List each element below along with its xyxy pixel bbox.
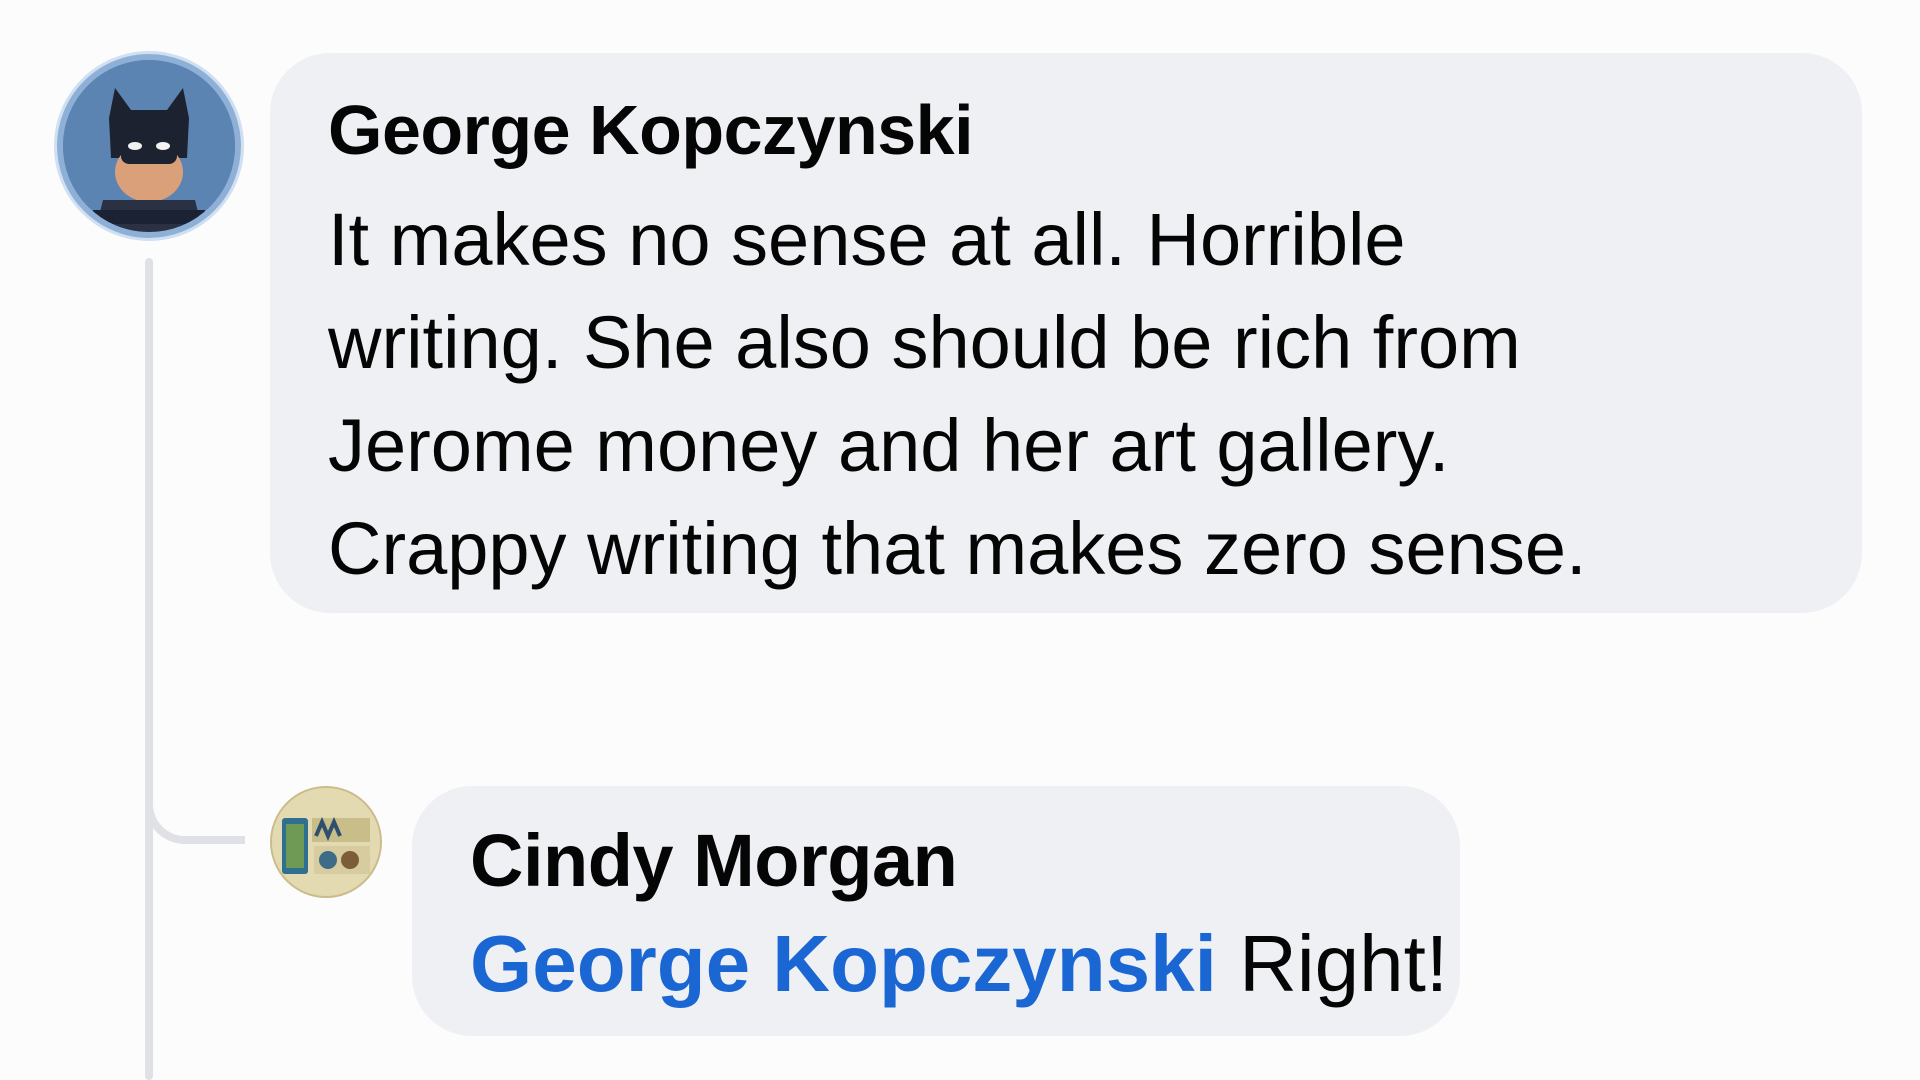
merry-christmas-avatar-icon — [272, 788, 380, 896]
mention-link[interactable]: George Kopczynski — [470, 919, 1217, 1008]
thread-line — [145, 258, 153, 1080]
reply-message: Right! — [1239, 919, 1449, 1008]
reply-avatar[interactable] — [270, 786, 382, 898]
commenter-avatar[interactable] — [57, 54, 241, 238]
reply-text: George Kopczynski Right! — [470, 918, 1448, 1010]
reply-author-name[interactable]: Cindy Morgan — [470, 818, 958, 903]
comment-text: It makes no sense at all. Horrible writi… — [328, 198, 1587, 590]
comment-author-name[interactable]: George Kopczynski — [328, 90, 974, 170]
thread-branch-line — [145, 700, 245, 844]
batman-avatar-icon — [63, 60, 235, 232]
comment-thread: George Kopczynski It makes no sense at a… — [0, 0, 1920, 1080]
